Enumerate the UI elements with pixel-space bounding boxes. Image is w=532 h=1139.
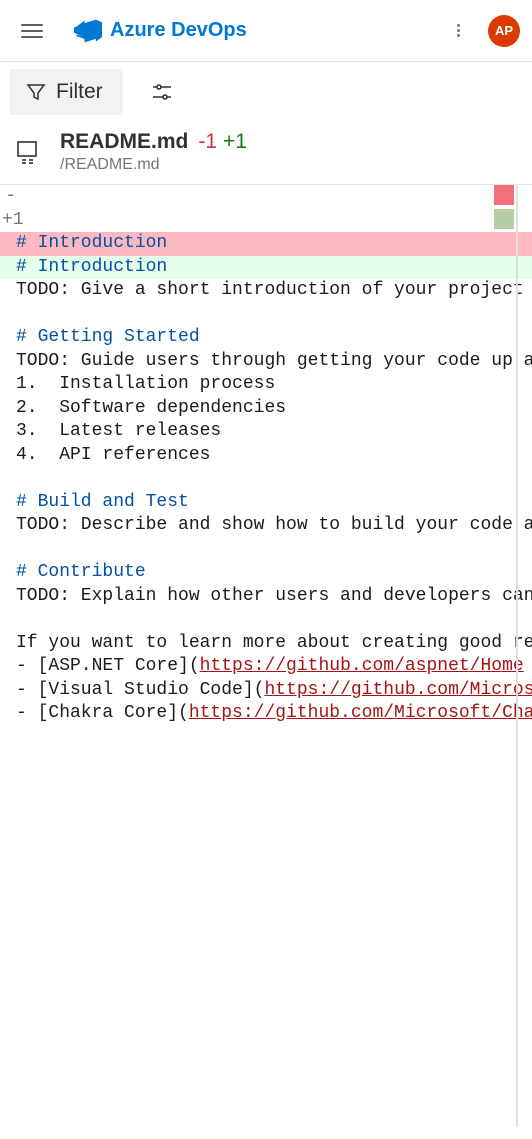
- code-line[interactable]: # Introduction: [0, 256, 532, 280]
- scrollbar-track[interactable]: [516, 185, 518, 1127]
- code-line[interactable]: # Introduction: [0, 232, 532, 256]
- code-line[interactable]: - [Chakra Core](https://github.com/Micro…: [0, 702, 532, 726]
- ruler-mark-removed: [494, 185, 514, 205]
- filter-button[interactable]: Filter: [10, 69, 123, 115]
- code-line[interactable]: 4. API references: [0, 444, 532, 468]
- menu-button[interactable]: [12, 11, 52, 51]
- avatar-initials: AP: [495, 23, 513, 38]
- diff-settings-button[interactable]: [139, 69, 185, 115]
- sliders-icon: [151, 81, 173, 103]
- code-line[interactable]: [0, 608, 532, 632]
- code-line[interactable]: 3. Latest releases: [0, 420, 532, 444]
- code-line[interactable]: # Build and Test: [0, 491, 532, 515]
- file-title-row: README.md -1 +1: [60, 130, 247, 154]
- brand-link[interactable]: Azure DevOps: [74, 17, 247, 45]
- brand-label: Azure DevOps: [110, 19, 247, 42]
- diff-view[interactable]: -# Introduction+1# IntroductionTODO: Giv…: [0, 185, 532, 1127]
- code-line[interactable]: [0, 467, 532, 491]
- code-line[interactable]: [0, 538, 532, 562]
- code-line[interactable]: 1. Installation process: [0, 373, 532, 397]
- diff-added-count: +1: [223, 130, 247, 154]
- code-line[interactable]: - [Visual Studio Code](https://github.co…: [0, 679, 532, 703]
- code-line[interactable]: 2. Software dependencies: [0, 397, 532, 421]
- more-vertical-icon: [457, 22, 460, 39]
- code-line[interactable]: - [ASP.NET Core](https://github.com/aspn…: [0, 655, 532, 679]
- toolbar: Filter: [0, 62, 532, 122]
- ruler-mark-added: [494, 209, 514, 229]
- avatar[interactable]: AP: [488, 15, 520, 47]
- code-line[interactable]: # Getting Started: [0, 326, 532, 350]
- hamburger-icon: [21, 20, 43, 42]
- code-line[interactable]: TODO: Describe and show how to build you…: [0, 514, 532, 538]
- gutter-plus: +1: [2, 209, 16, 233]
- overview-ruler[interactable]: [492, 185, 532, 1127]
- file-diff-icon: [14, 138, 44, 166]
- filter-icon: [26, 82, 46, 102]
- file-header: README.md -1 +1 /README.md: [0, 122, 532, 185]
- diff-removed-count: -1: [198, 130, 217, 154]
- code-line[interactable]: If you want to learn more about creating…: [0, 632, 532, 656]
- file-name: README.md: [60, 130, 188, 154]
- filter-label: Filter: [56, 80, 103, 104]
- code-line[interactable]: [0, 303, 532, 327]
- app-header: Azure DevOps AP: [0, 0, 532, 62]
- more-button[interactable]: [438, 11, 478, 51]
- code-line[interactable]: TODO: Give a short introduction of your …: [0, 279, 532, 303]
- file-path: /README.md: [60, 156, 247, 174]
- code-line[interactable]: TODO: Guide users through getting your c…: [0, 350, 532, 374]
- gutter-minus: -: [2, 185, 16, 209]
- code-line[interactable]: # Contribute: [0, 561, 532, 585]
- code-line[interactable]: TODO: Explain how other users and develo…: [0, 585, 532, 609]
- azure-devops-icon: [74, 17, 102, 45]
